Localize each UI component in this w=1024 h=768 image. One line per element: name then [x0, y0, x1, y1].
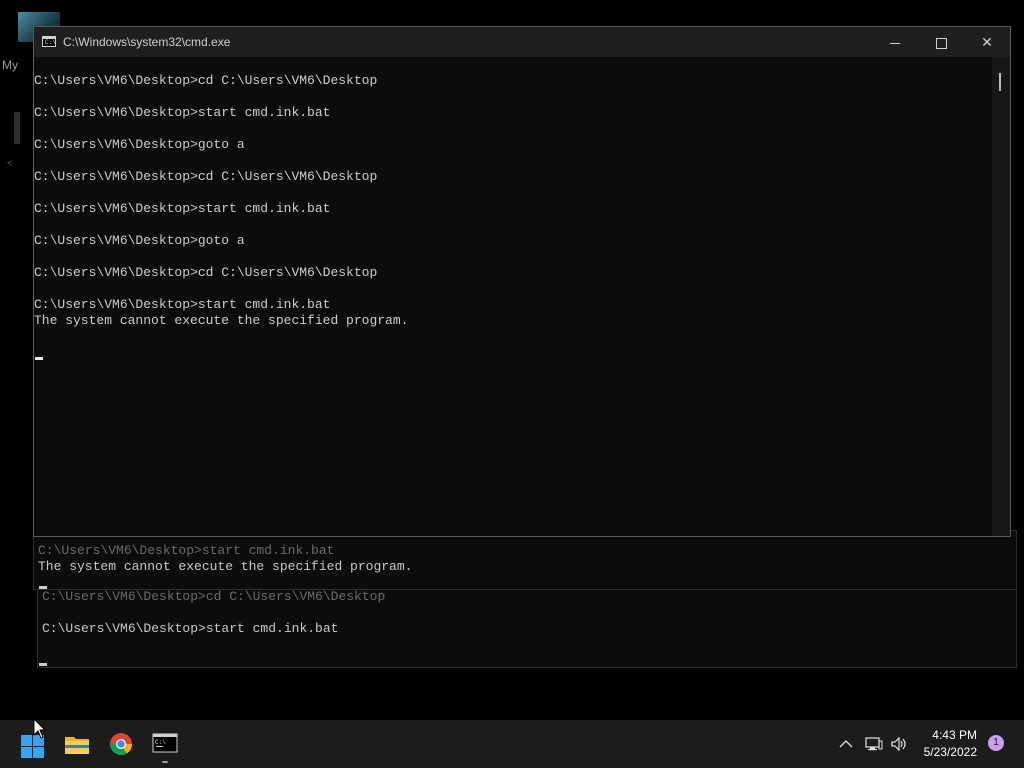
taskbar: C:\ 4:43 PM 5/23/2022 — [0, 720, 1024, 768]
background-cmd-window-2[interactable]: C:\Users\VM6\Desktop>cd C:\Users\VM6\Des… — [37, 589, 1017, 668]
chrome-icon — [110, 733, 132, 755]
background-console-output: C:\Users\VM6\Desktop>cd C:\Users\VM6\Des… — [42, 589, 385, 637]
close-button[interactable]: ✕ — [964, 27, 1010, 57]
console-output[interactable]: C:\Users\VM6\Desktop>cd C:\Users\VM6\Des… — [34, 73, 992, 329]
network-button[interactable] — [862, 720, 886, 768]
text-cursor — [39, 663, 47, 666]
window-title: C:\Windows\system32\cmd.exe — [63, 35, 231, 49]
console-line: C:\Users\VM6\Desktop>cd C:\Users\VM6\Des… — [42, 589, 386, 604]
file-explorer-button[interactable] — [60, 728, 94, 760]
console-line: The system cannot execute the specified … — [38, 559, 413, 574]
console-line: The system cannot execute the specified … — [34, 313, 409, 328]
svg-text:C:\: C:\ — [155, 739, 166, 746]
console-line: C:\Users\VM6\Desktop>goto a — [34, 233, 245, 248]
minimize-button[interactable] — [872, 27, 918, 57]
desktop-partial-label: < — [7, 158, 13, 168]
file-explorer-icon — [65, 737, 89, 754]
cmd-icon: C:\ — [42, 36, 56, 47]
console-line: C:\Users\VM6\Desktop>cd C:\Users\VM6\Des… — [34, 169, 378, 184]
maximize-button[interactable] — [918, 27, 964, 57]
text-cursor — [35, 357, 43, 360]
volume-button[interactable] — [887, 720, 911, 768]
chrome-button[interactable] — [104, 728, 138, 760]
close-icon: ✕ — [981, 34, 993, 50]
background-console-output: C:\Users\VM6\Desktop>start cmd.ink.bat Th… — [38, 543, 412, 575]
minimize-icon — [890, 42, 900, 44]
running-indicator — [162, 761, 168, 763]
mouse-pointer-icon — [33, 718, 47, 739]
desktop-icon-label: My — [2, 58, 18, 72]
console-line: C:\Users\VM6\Desktop>start cmd.ink.bat — [34, 105, 331, 120]
command-prompt-button[interactable]: C:\ — [148, 728, 182, 763]
title-bar[interactable]: C:\ C:\Windows\system32\cmd.exe ✕ — [34, 27, 1010, 57]
clock-date: 5/23/2022 — [923, 745, 977, 759]
command-prompt-icon: C:\ — [152, 733, 178, 753]
network-icon — [865, 737, 883, 751]
console-line: C:\Users\VM6\Desktop>cd C:\Users\VM6\Des… — [34, 265, 378, 280]
clock[interactable]: 4:43 PM 5/23/2022 — [924, 727, 977, 761]
vertical-scrollbar[interactable] — [992, 57, 1010, 536]
notification-badge[interactable]: 1 — [988, 735, 1004, 751]
console-line: C:\Users\VM6\Desktop>start cmd.ink.bat — [38, 543, 335, 558]
desktop-icon-partial[interactable] — [14, 112, 20, 144]
clock-time: 4:43 PM — [932, 728, 977, 742]
console-line: C:\Users\VM6\Desktop>cd C:\Users\VM6\Des… — [34, 73, 378, 88]
background-cmd-window-1[interactable]: C:\Users\VM6\Desktop>start cmd.ink.bat Th… — [33, 530, 1017, 590]
show-hidden-icons-button[interactable] — [834, 720, 858, 768]
console-line: C:\Users\VM6\Desktop>goto a — [34, 137, 245, 152]
maximize-icon — [935, 37, 947, 49]
cmd-icon-glyph: C:\ — [45, 39, 56, 46]
cmd-window[interactable]: C:\ C:\Windows\system32\cmd.exe ✕ C:\Use… — [33, 26, 1011, 537]
console-line: C:\Users\VM6\Desktop>start cmd.ink.bat — [42, 621, 339, 636]
chevron-up-icon — [839, 740, 853, 748]
volume-icon — [891, 736, 906, 752]
console-line: C:\Users\VM6\Desktop>start cmd.ink.bat — [34, 297, 331, 312]
console-line: C:\Users\VM6\Desktop>start cmd.ink.bat — [34, 201, 331, 216]
scrollbar-thumb[interactable] — [999, 73, 1001, 91]
